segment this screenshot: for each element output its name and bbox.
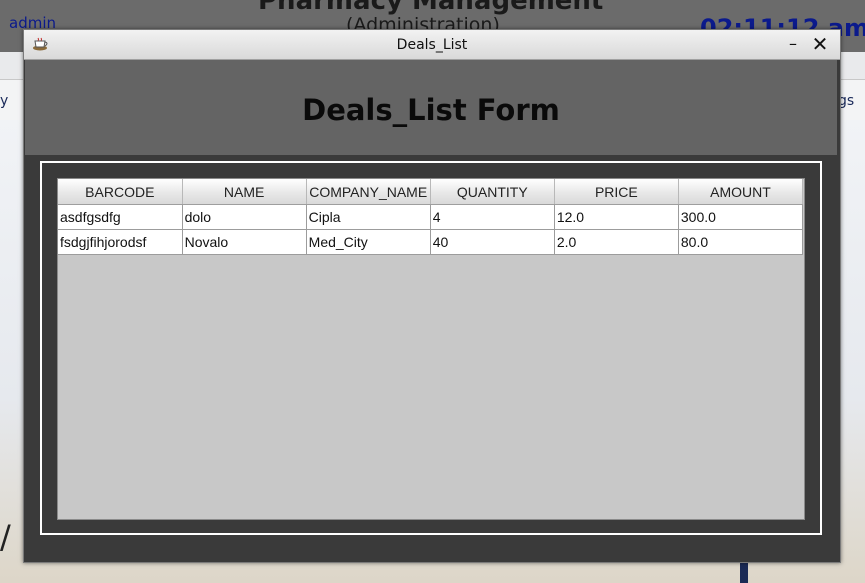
menu-item-partial-left[interactable]: y [0, 93, 8, 109]
cell-price[interactable]: 12.0 [554, 204, 679, 230]
column-header-company-name[interactable]: COMPANY_NAME [306, 179, 431, 205]
cell-amount[interactable]: 80.0 [678, 229, 804, 255]
cell-barcode[interactable]: fsdgjfihjorodsf [58, 229, 183, 255]
cell-barcode[interactable]: asdfgsdfg [58, 204, 183, 230]
cell-name[interactable]: Novalo [182, 229, 307, 255]
cell-amount[interactable]: 300.0 [678, 204, 804, 230]
form-title: Deals_List Form [302, 93, 560, 127]
cell-company-name[interactable]: Cipla [306, 204, 431, 230]
column-header-barcode[interactable]: BARCODE [58, 179, 183, 205]
close-button[interactable]: ✕ [810, 33, 830, 55]
cell-price[interactable]: 2.0 [554, 229, 679, 255]
window-title: Deals_List [396, 37, 468, 53]
column-header-name[interactable]: NAME [182, 179, 307, 205]
column-header-amount[interactable]: AMOUNT [678, 179, 804, 205]
background-fragment: / [0, 518, 11, 556]
table-row[interactable]: fsdgjfihjorodsf Novalo Med_City 40 2.0 8… [58, 229, 804, 255]
cell-quantity[interactable]: 4 [430, 204, 555, 230]
cell-company-name[interactable]: Med_City [306, 229, 431, 255]
table-scroll-pane[interactable]: BARCODE NAME COMPANY_NAME QUANTITY PRICE… [57, 178, 805, 520]
background-decoration [740, 560, 748, 583]
window-titlebar[interactable]: Deals_List – ✕ [24, 30, 840, 60]
minimize-button[interactable]: – [784, 34, 802, 54]
cell-quantity[interactable]: 40 [430, 229, 555, 255]
column-header-price[interactable]: PRICE [554, 179, 679, 205]
table-row[interactable]: asdfgsdfg dolo Cipla 4 12.0 300.0 [58, 204, 804, 230]
table-header-row: BARCODE NAME COMPANY_NAME QUANTITY PRICE… [58, 179, 804, 205]
form-header: Deals_List Form [25, 60, 837, 155]
cell-name[interactable]: dolo [182, 204, 307, 230]
column-header-quantity[interactable]: QUANTITY [430, 179, 555, 205]
deals-list-window: Deals_List – ✕ Deals_List Form BARCODE N… [23, 29, 841, 563]
deals-table[interactable]: BARCODE NAME COMPANY_NAME QUANTITY PRICE… [58, 179, 804, 255]
